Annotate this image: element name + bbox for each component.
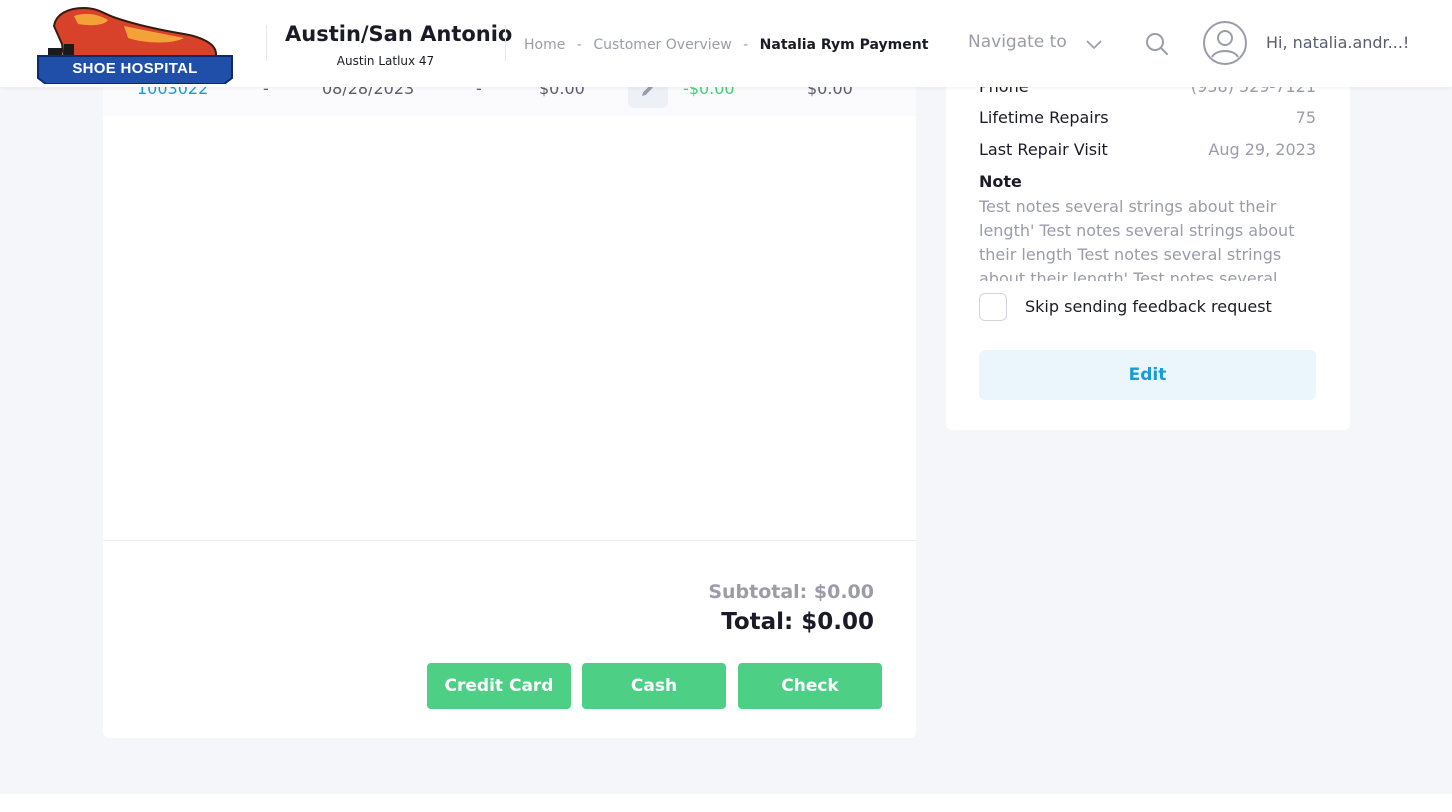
note-text[interactable]: Test notes several strings about their l… <box>979 195 1309 281</box>
chevron-down-icon[interactable] <box>1084 34 1104 54</box>
credit-card-button[interactable]: Credit Card <box>427 663 571 709</box>
lifetime-repairs-row: Lifetime Repairs 75 <box>979 108 1316 132</box>
header-divider <box>266 25 267 61</box>
top-header: SHOE HOSPITAL Austin/San Antonio Austin … <box>0 0 1452 87</box>
header-divider <box>505 25 506 61</box>
breadcrumb-separator: - <box>743 37 749 53</box>
page-bottom <box>0 794 1452 812</box>
last-visit-value: Aug 29, 2023 <box>1208 140 1316 159</box>
last-visit-label: Last Repair Visit <box>979 140 1108 159</box>
check-button[interactable]: Check <box>738 663 882 709</box>
lifetime-repairs-label: Lifetime Repairs <box>979 108 1109 127</box>
skip-feedback-checkbox[interactable] <box>979 293 1007 321</box>
subtotal-text: Subtotal: $0.00 <box>708 581 874 603</box>
shoe-hospital-logo[interactable]: SHOE HOSPITAL <box>34 4 236 85</box>
edit-customer-button[interactable]: Edit <box>979 350 1316 400</box>
lifetime-repairs-value: 75 <box>1295 108 1316 127</box>
cash-button[interactable]: Cash <box>582 663 726 709</box>
last-visit-row: Last Repair Visit Aug 29, 2023 <box>979 140 1316 164</box>
skip-feedback-row: Skip sending feedback request <box>979 293 1316 321</box>
breadcrumb: Home - Customer Overview - Natalia Rym P… <box>524 37 928 53</box>
store-location: Austin Latlux 47 <box>336 54 435 68</box>
store-name: Austin/San Antonio <box>285 22 513 46</box>
avatar-icon[interactable] <box>1202 20 1248 66</box>
total-text: Total: $0.00 <box>721 609 874 635</box>
skip-feedback-label[interactable]: Skip sending feedback request <box>1025 297 1272 316</box>
breadcrumb-current: Natalia Rym Payment <box>759 37 929 53</box>
breadcrumb-home[interactable]: Home <box>524 37 565 53</box>
note-title: Note <box>979 172 1022 191</box>
search-icon[interactable] <box>1144 31 1170 57</box>
payment-footer: Subtotal: $0.00 Total: $0.00 Credit Card… <box>103 540 916 738</box>
payment-card: 1003022 - 08/28/2023 - $0.00 -$0.00 $0.0… <box>103 0 916 738</box>
navigate-to-dropdown[interactable]: Navigate to <box>968 32 1067 52</box>
breadcrumb-separator: - <box>576 37 582 53</box>
logo-text: SHOE HOSPITAL <box>72 60 198 77</box>
breadcrumb-customer-overview[interactable]: Customer Overview <box>593 37 731 53</box>
user-greeting[interactable]: Hi, natalia.andr...! <box>1266 33 1409 52</box>
